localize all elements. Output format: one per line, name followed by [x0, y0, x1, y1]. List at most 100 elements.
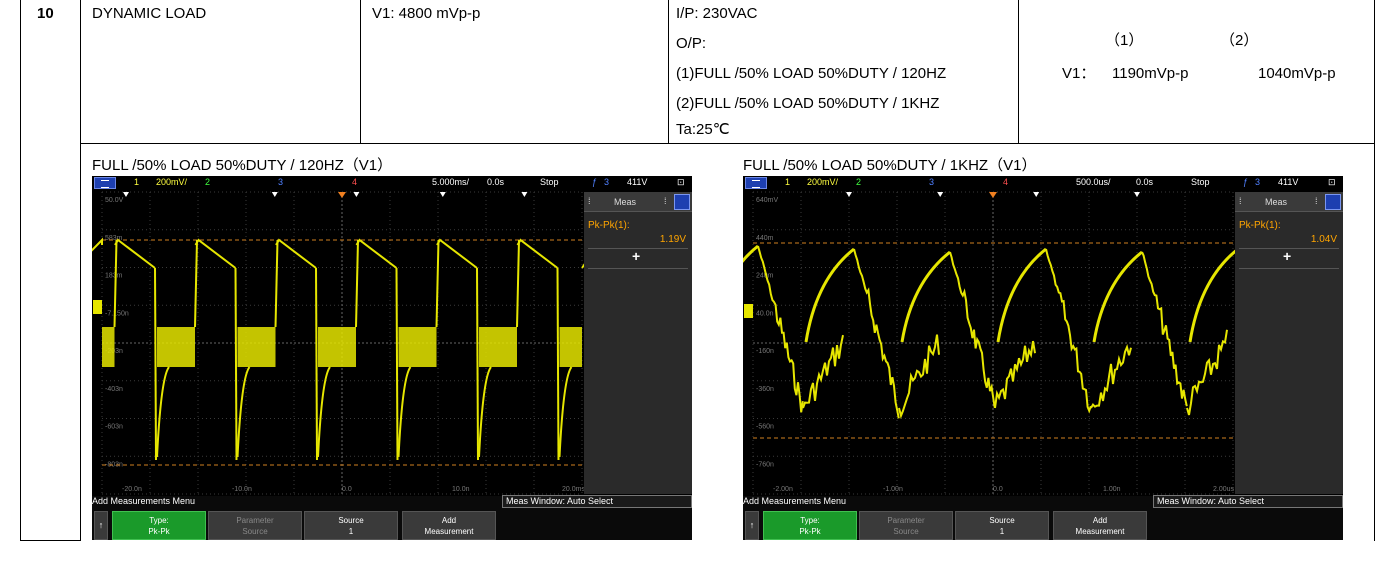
x-axis-label: 1.00n — [1103, 486, 1121, 493]
measurement-name: Pk-Pk(1): — [1239, 220, 1281, 231]
waveform-trace — [1090, 343, 1132, 409]
y-axis-label: -160n — [756, 348, 774, 355]
add-measurement-icon[interactable]: + — [1283, 248, 1291, 264]
waveform-trace — [1092, 250, 1143, 343]
back-arrow-icon[interactable]: ↑ — [94, 511, 108, 540]
condition-line: I/P: 230VAC — [676, 5, 758, 22]
waveform-trace — [558, 366, 573, 458]
x-axis-label: -2.00n — [773, 486, 793, 493]
x-axis-label: 0.0 — [342, 486, 352, 493]
waveform-trace — [476, 267, 479, 461]
measurement-value: 1.04V — [1310, 234, 1337, 245]
type-softkey[interactable]: Type: Pk-Pk — [763, 511, 857, 540]
y-axis-label: -803n — [105, 461, 123, 468]
y-axis-label: -7.150n — [105, 310, 129, 317]
oscilloscope-screenshot: 1 200mV/ 2 3 4 5.000ms/ 0.0s Stop ƒ 3 41… — [92, 176, 692, 540]
measurement-value: 1.19V — [659, 234, 686, 245]
waveform-trace — [949, 251, 996, 408]
menu-title: Add Measurements Menu — [92, 496, 196, 506]
condition-line: (1)FULL /50% LOAD 50%DUTY / 120HZ — [676, 65, 947, 82]
divider — [588, 268, 688, 269]
condition-line: O/P: — [676, 35, 707, 52]
type-softkey[interactable]: Type: Pk-Pk — [112, 511, 206, 540]
waveform-trace — [900, 250, 951, 343]
y-axis-label: 640mV — [756, 197, 779, 204]
test-item: DYNAMIC LOAD — [92, 5, 207, 22]
waveform-trace — [802, 334, 844, 409]
x-axis-label: 0.0 — [993, 486, 1003, 493]
waveform-trace — [516, 239, 520, 328]
panel-menu-icon[interactable] — [674, 194, 690, 210]
waveform-trace — [194, 238, 237, 269]
grip-icon: ⁞ — [588, 196, 591, 206]
x-axis-label: 10.0n — [452, 486, 470, 493]
waveform-trace — [1045, 248, 1092, 414]
row-number: 10 — [37, 5, 54, 22]
add-measurement-softkey[interactable]: Add Measurement — [402, 511, 496, 540]
source-softkey[interactable]: Source 1 — [304, 511, 398, 540]
measurement-panel: ⁞ Meas ⁞ Pk-Pk(1): 1.04V + — [1235, 192, 1343, 494]
y-axis-label: 40.0n — [756, 310, 774, 317]
waveform-trace — [236, 366, 251, 458]
oscilloscope-screenshot: 1 200mV/ 2 3 4 500.0us/ 0.0s Stop ƒ 3 41… — [743, 176, 1343, 540]
marker-icon — [937, 192, 944, 197]
waveform-trace — [395, 267, 399, 461]
softkey-bar: Add Measurements Menu Meas Window: Auto … — [92, 495, 692, 540]
channel-1-ground-icon — [93, 300, 102, 314]
x-axis-label: -20.0n — [122, 486, 142, 493]
waveform-trace — [436, 238, 478, 269]
waveform-noise-band — [398, 327, 437, 367]
back-arrow-icon[interactable]: ↑ — [745, 511, 759, 540]
y-axis-label: -603n — [105, 424, 123, 431]
marker-icon — [1033, 192, 1040, 197]
waveform-trace — [1188, 247, 1239, 343]
waveform-trace — [274, 239, 279, 328]
waveform-trace — [898, 334, 940, 420]
measurement-name: Pk-Pk(1): — [588, 220, 630, 231]
grip-icon: ⁞ — [1315, 196, 1318, 206]
waveform-trace — [804, 247, 855, 343]
waveform-trace — [994, 340, 1036, 409]
waveform-noise-band — [479, 327, 517, 367]
measurement-panel: ⁞ Meas ⁞ Pk-Pk(1): 1.19V + — [584, 192, 692, 494]
result-value: 1040mVp-p — [1258, 65, 1336, 82]
result-label: V1： — [1062, 65, 1096, 82]
result-value: 1190mVp-p — [1112, 65, 1189, 82]
meas-window-field[interactable]: Meas Window: Auto Select — [1153, 495, 1343, 508]
marker-icon — [846, 192, 852, 197]
parameter-source-softkey[interactable]: Parameter Source — [859, 511, 953, 540]
waveform-noise-band — [102, 327, 115, 367]
y-axis-label: 440m — [756, 235, 774, 242]
waveform-trace — [853, 248, 900, 419]
source-softkey[interactable]: Source 1 — [955, 511, 1049, 540]
waveform-trace — [996, 247, 1047, 343]
x-axis-label: -10.0n — [232, 486, 252, 493]
waveform-trace — [154, 267, 157, 461]
condition-line: (2)FULL /50% LOAD 50%DUTY / 1KHZ — [676, 95, 940, 112]
grip-icon: ⁞ — [664, 196, 667, 206]
marker-icon — [123, 192, 129, 197]
softkey-bar: Add Measurements Menu Meas Window: Auto … — [743, 495, 1343, 540]
result-header: （2） — [1220, 32, 1259, 49]
scope-caption: FULL /50% LOAD 50%DUTY / 1KHZ（V1） — [743, 157, 1037, 174]
waveform-trace — [743, 244, 759, 263]
waveform-noise-band — [157, 327, 195, 367]
parameter-source-softkey[interactable]: Parameter Source — [208, 511, 302, 540]
spec-value: V1: 4800 mVp-p — [372, 5, 481, 22]
panel-menu-icon[interactable] — [1325, 194, 1341, 210]
condition-line: Ta:25℃ — [676, 121, 730, 138]
waveform-trace — [194, 239, 198, 328]
waveform-trace — [516, 238, 559, 269]
waveform-trace — [315, 267, 318, 461]
meas-window-field[interactable]: Meas Window: Auto Select — [502, 495, 692, 508]
add-measurement-softkey[interactable]: Add Measurement — [1053, 511, 1147, 540]
y-axis-label: -560n — [756, 424, 774, 431]
marker-icon — [271, 192, 278, 197]
result-header: （1） — [1105, 32, 1144, 49]
add-measurement-icon[interactable]: + — [632, 248, 640, 264]
y-axis-label: 183m — [105, 273, 123, 280]
marker-icon — [1134, 192, 1140, 197]
trigger-marker-icon — [989, 192, 997, 198]
y-axis-label: -403n — [105, 386, 123, 393]
channel-1-ground-icon — [744, 304, 753, 318]
